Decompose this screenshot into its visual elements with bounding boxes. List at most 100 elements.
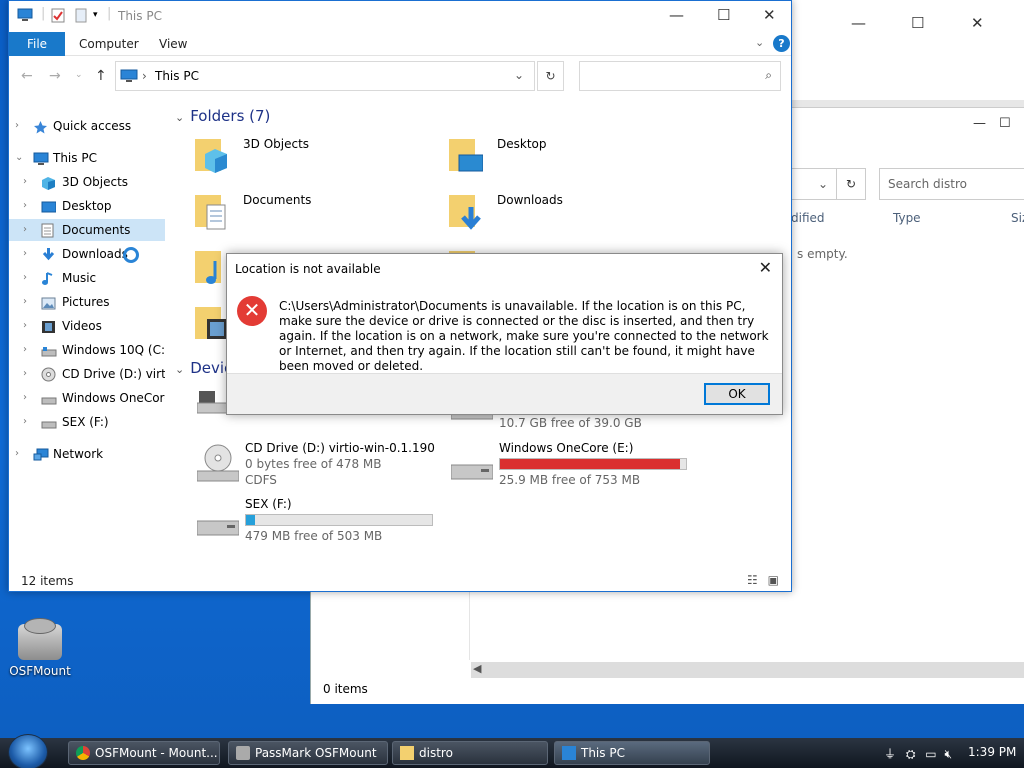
chevron-right-icon[interactable]: › (15, 443, 19, 465)
large-icons-view-icon[interactable]: ▣ (768, 573, 779, 587)
maximize-icon[interactable]: ☐ (911, 14, 924, 32)
sidebar-item-label: Windows OneCore (62, 391, 165, 405)
tab-view[interactable]: View (159, 37, 187, 51)
help-icon[interactable]: ? (773, 35, 790, 52)
taskbar-button-passmark[interactable]: PassMark OSFMount (228, 741, 388, 765)
view-toggle-buttons[interactable]: ☷ ▣ (747, 573, 779, 587)
chevron-right-icon[interactable]: › (15, 115, 19, 137)
breadcrumb-chevron-icon[interactable]: › (142, 69, 147, 83)
network-tray-icon[interactable]: ⛭ (906, 747, 916, 761)
customize-quick-access-icon[interactable]: ▾ (93, 10, 98, 20)
scroll-left-icon[interactable]: ◀ (473, 662, 481, 675)
properties-icon[interactable] (51, 8, 65, 27)
start-button[interactable] (8, 734, 48, 768)
sidebar-item-desktop[interactable]: › Desktop (9, 195, 165, 217)
sidebar-item-pictures[interactable]: › Pictures (9, 291, 165, 313)
distro-ribbon (791, 100, 1024, 108)
tab-file[interactable]: File (9, 32, 65, 56)
cd-drive-tile[interactable]: CD Drive (D:) virtio-win-0.1.190 0 bytes… (197, 441, 437, 491)
close-icon[interactable]: ✕ (763, 6, 776, 24)
drive-usage-bar (245, 514, 433, 526)
drive-free-space: 0 bytes free of 478 MB (245, 457, 382, 471)
usb-icon[interactable]: ⏚ (884, 747, 896, 761)
inner-maximize-icon[interactable]: ☐ (999, 116, 1011, 131)
horizontal-scrollbar[interactable]: ◀ (471, 662, 1024, 678)
sidebar-item-label: Windows 10Q (C:) (62, 343, 165, 357)
sidebar-item-sex-drive[interactable]: › SEX (F:) (9, 411, 165, 433)
chevron-right-icon[interactable]: › (23, 243, 27, 265)
sidebar-item-videos[interactable]: › Videos (9, 315, 165, 337)
up-arrow-icon[interactable]: ↑ (95, 68, 107, 84)
taskbar-button-distro[interactable]: distro (392, 741, 548, 765)
back-arrow-icon[interactable]: ← (21, 68, 33, 84)
minimize-icon[interactable]: — (669, 6, 684, 24)
sidebar-item-quick-access[interactable]: › Quick access (9, 115, 165, 137)
breadcrumb[interactable]: This PC (155, 69, 199, 83)
chevron-right-icon[interactable]: › (23, 339, 27, 361)
chevron-right-icon[interactable]: › (23, 219, 27, 241)
distro-search-input[interactable]: Search distro (879, 168, 1024, 200)
column-size[interactable]: Siz (1011, 211, 1024, 225)
column-type[interactable]: Type (893, 211, 921, 225)
drive-name: Windows OneCore (E:) (499, 441, 634, 455)
recent-locations-icon[interactable]: ⌄ (75, 70, 83, 80)
folders-group-header[interactable]: ⌄ Folders (7) (175, 107, 270, 125)
chevron-right-icon[interactable]: › (23, 291, 27, 313)
minimize-icon[interactable]: — (851, 14, 866, 32)
chevron-down-icon[interactable]: ⌄ (175, 363, 184, 376)
devices-group-header[interactable]: ⌄ Devic (175, 359, 232, 377)
column-date-modified[interactable]: dified (791, 211, 825, 225)
new-folder-icon[interactable] (75, 8, 87, 27)
taskbar: OSFMount - Mount... PassMark OSFMount di… (0, 734, 1024, 768)
pc-icon[interactable] (17, 8, 33, 26)
search-input[interactable]: ⌕ (579, 61, 781, 91)
chevron-right-icon[interactable]: › (23, 315, 27, 337)
sidebar-item-3d-objects[interactable]: › 3D Objects (9, 171, 165, 193)
ok-button[interactable]: OK (704, 383, 770, 405)
error-dialog[interactable]: Location is not available ✕ ✕ C:\Users\A… (226, 253, 783, 415)
forward-arrow-icon[interactable]: → (49, 68, 61, 84)
sidebar-item-drive-c[interactable]: › Windows 10Q (C:) (9, 339, 165, 361)
sex-drive-tile[interactable]: SEX (F:) 479 MB free of 503 MB (197, 497, 437, 547)
video-icon (41, 319, 56, 333)
osfmount-desktop-icon[interactable]: OSFMount (8, 618, 72, 678)
chevron-down-icon[interactable]: ⌄ (175, 111, 184, 124)
close-icon[interactable]: ✕ (759, 258, 772, 277)
inner-minimize-icon[interactable]: — (973, 116, 986, 131)
refresh-button[interactable]: ↻ (537, 61, 564, 91)
sidebar-item-this-pc[interactable]: ⌄ This PC (9, 147, 165, 169)
chevron-down-icon[interactable]: ⌄ (514, 68, 524, 82)
sidebar-item-downloads[interactable]: › Downloads (9, 243, 165, 265)
chevron-right-icon[interactable]: › (23, 387, 27, 409)
sidebar-item-label: Network (53, 447, 104, 461)
sidebar-item-label: Music (62, 271, 97, 285)
picture-icon (41, 295, 56, 310)
chevron-down-icon[interactable]: ⌄ (15, 147, 23, 169)
expand-ribbon-icon[interactable]: ⌄ (755, 36, 764, 49)
drive-icon (41, 415, 57, 429)
clock[interactable]: 1:39 PM (968, 745, 1016, 759)
chevron-right-icon[interactable]: › (23, 195, 27, 217)
onecore-drive-tile[interactable]: Windows OneCore (E:) 25.9 MB free of 753… (451, 441, 691, 491)
sidebar-item-cd-drive[interactable]: › CD Drive (D:) virtio- (9, 363, 165, 385)
chevron-down-icon[interactable]: ⌄ (818, 177, 828, 191)
sidebar-item-network[interactable]: › Network (9, 443, 165, 465)
details-view-icon[interactable]: ☷ (747, 573, 758, 587)
tab-computer[interactable]: Computer (79, 37, 139, 51)
distro-refresh-button[interactable]: ↻ (836, 168, 866, 200)
sidebar-item-documents[interactable]: › Documents (9, 219, 165, 241)
display-icon[interactable]: ▭ (925, 747, 936, 761)
chevron-right-icon[interactable]: › (23, 267, 27, 289)
sidebar-item-music[interactable]: › Music (9, 267, 165, 289)
close-icon[interactable]: ✕ (971, 14, 984, 32)
system-tray[interactable]: ⏚ ⛭ ▭ 🔇︎ (884, 745, 952, 762)
chevron-right-icon[interactable]: › (23, 363, 27, 385)
sidebar-item-onecore[interactable]: › Windows OneCore (9, 387, 165, 409)
volume-muted-icon[interactable]: 🔇︎ (944, 747, 952, 761)
taskbar-button-this-pc[interactable]: This PC (554, 741, 710, 765)
chevron-right-icon[interactable]: › (23, 171, 27, 193)
maximize-icon[interactable]: ☐ (717, 6, 730, 24)
address-bar[interactable]: › This PC ⌄ (115, 61, 535, 91)
taskbar-button-osfmount-chrome[interactable]: OSFMount - Mount... (68, 741, 220, 765)
chevron-right-icon[interactable]: › (23, 411, 27, 433)
